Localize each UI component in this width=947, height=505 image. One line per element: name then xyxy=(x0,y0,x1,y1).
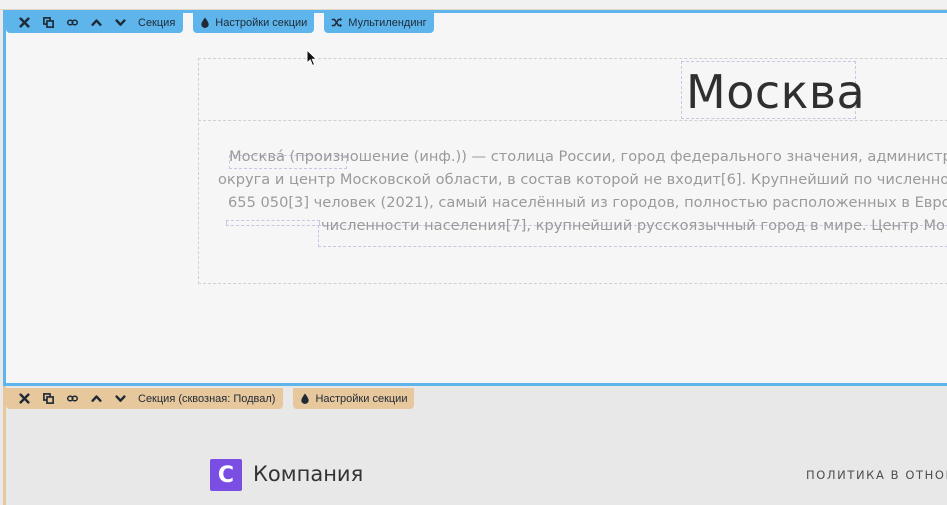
page-editor: Секция Настройки секции Мультилендинг Мо… xyxy=(0,0,947,505)
drop-icon xyxy=(301,393,310,404)
footer-section-controls: Секция (сквозная: Подвал) xyxy=(6,388,284,409)
link-icon xyxy=(66,19,78,26)
link-button[interactable] xyxy=(60,12,84,33)
description-line[interactable]: численности населения[7], крупнейший рус… xyxy=(321,214,945,237)
copy-icon xyxy=(42,17,54,28)
description-line[interactable]: 655 050[3] человек (2021), самый населён… xyxy=(228,191,947,214)
delete-button[interactable] xyxy=(12,388,36,409)
shuffle-icon xyxy=(332,17,343,28)
multilanding-label: Мультилендинг xyxy=(348,16,427,29)
delete-button[interactable] xyxy=(12,12,36,33)
footer-toolbar: Секция (сквозная: Подвал) Настройки секц… xyxy=(6,388,415,409)
top-strip xyxy=(0,0,947,10)
content-divider xyxy=(198,120,947,121)
footer-section-label: Секция (сквозная: Подвал) xyxy=(138,392,276,405)
move-up-button[interactable] xyxy=(84,388,108,409)
close-icon xyxy=(18,17,30,28)
section-settings-button[interactable]: Настройки секции xyxy=(193,12,315,33)
chevron-down-icon xyxy=(114,395,126,402)
footer-settings-label: Настройки секции xyxy=(315,392,408,405)
section-controls: Секция xyxy=(6,12,184,33)
page-title[interactable]: Москва xyxy=(686,64,865,120)
move-down-button[interactable] xyxy=(108,12,132,33)
close-icon xyxy=(18,393,30,404)
footer-settings-button[interactable]: Настройки секции xyxy=(293,388,415,409)
description-line[interactable]: Москва́ (произношение (инф.)) — столица … xyxy=(229,145,947,168)
section-toolbar: Секция Настройки секции Мультилендинг xyxy=(6,12,434,33)
chevron-down-icon xyxy=(114,19,126,26)
link-icon xyxy=(66,395,78,402)
description-line[interactable]: округа и центр Московской области, в сос… xyxy=(218,168,947,191)
drop-icon xyxy=(201,17,209,28)
move-down-button[interactable] xyxy=(108,388,132,409)
chevron-up-icon xyxy=(90,19,102,26)
link-button[interactable] xyxy=(60,388,84,409)
chevron-up-icon xyxy=(90,395,102,402)
text-highlight xyxy=(226,220,320,226)
company-name[interactable]: Компания xyxy=(253,462,363,486)
duplicate-button[interactable] xyxy=(36,388,60,409)
copy-icon xyxy=(42,393,54,404)
mouse-cursor-icon xyxy=(306,49,318,67)
privacy-policy-link[interactable]: ПОЛИТИКА В ОТНОШ xyxy=(806,468,947,482)
multilanding-button[interactable]: Мультилендинг xyxy=(324,12,434,33)
company-logo[interactable]: С xyxy=(210,459,242,491)
section-settings-label: Настройки секции xyxy=(215,16,308,29)
section-label: Секция xyxy=(138,16,176,29)
duplicate-button[interactable] xyxy=(36,12,60,33)
move-up-button[interactable] xyxy=(84,12,108,33)
